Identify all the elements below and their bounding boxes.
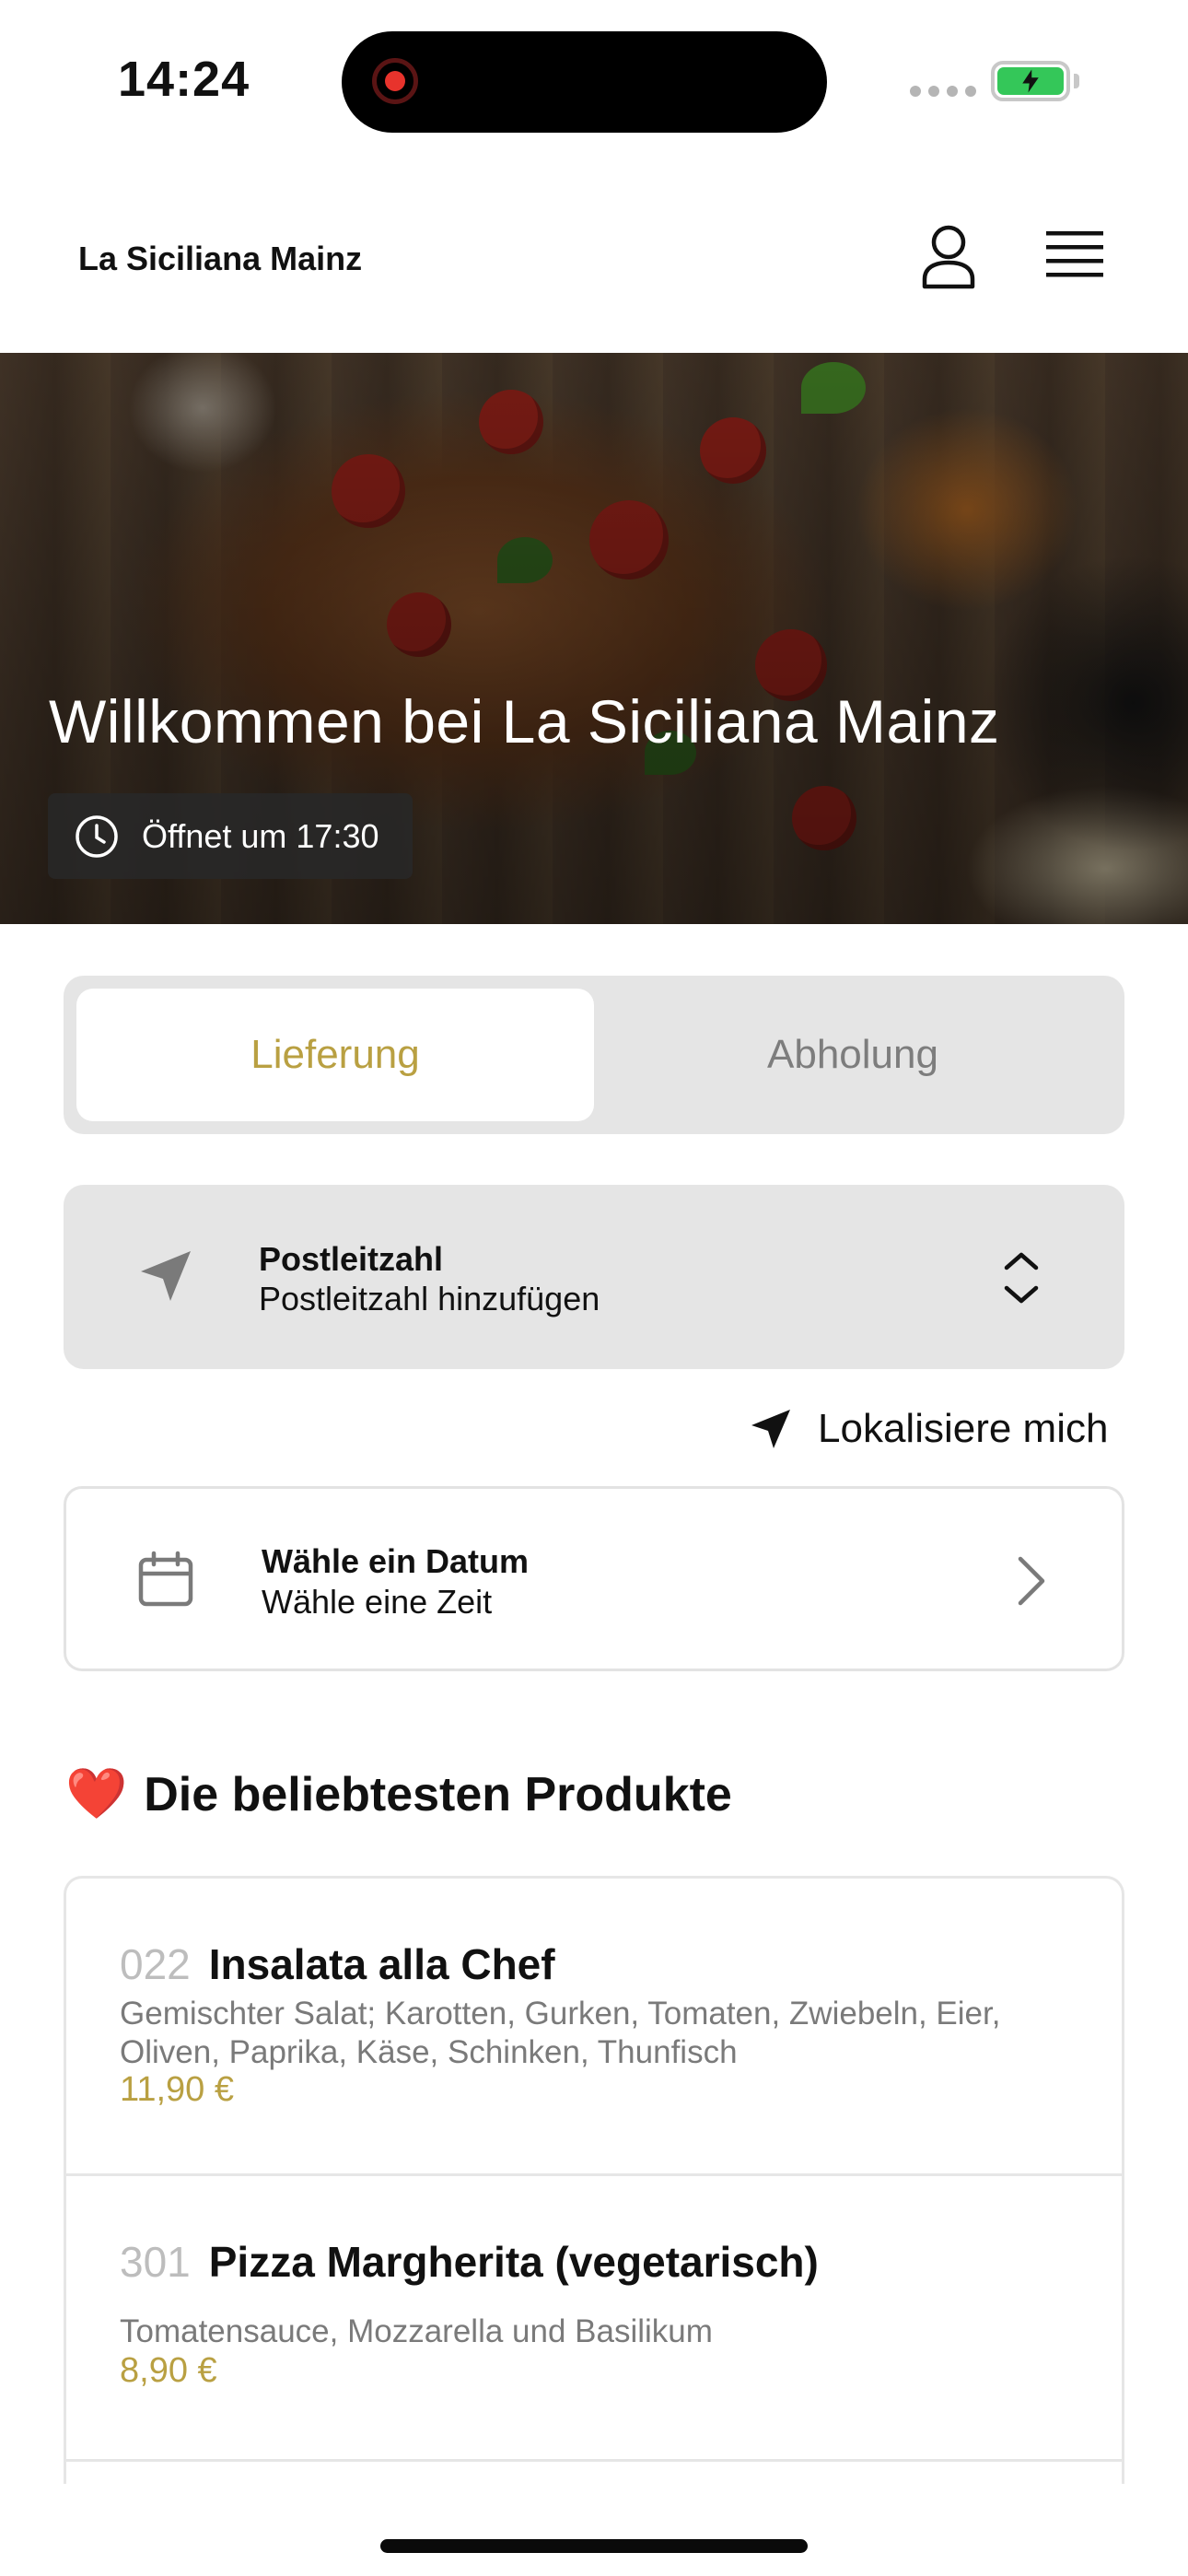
menu-button[interactable] — [1042, 228, 1107, 283]
product-card[interactable]: 301 Pizza Margherita (vegetarisch) Tomat… — [66, 2176, 1122, 2462]
locate-me-button[interactable]: Lokalisiere mich — [748, 1399, 1108, 1459]
product-number: 022 — [120, 1940, 191, 1988]
status-bar: 14:24 — [0, 0, 1188, 157]
hero-title: Willkommen bei La Siciliana Mainz — [49, 687, 1000, 755]
calendar-icon — [138, 1551, 193, 1607]
product-list: 022 Insalata alla Chef Gemischter Salat;… — [64, 1876, 1124, 2484]
product-price: 11,90 € — [120, 2070, 234, 2109]
product-name: Insalata alla Chef — [208, 1940, 555, 1988]
person-icon — [922, 225, 975, 289]
product-name: Pizza Margherita (vegetarisch) — [208, 2238, 819, 2286]
account-button[interactable] — [917, 224, 980, 290]
order-mode-toggle: Lieferung Abholung — [64, 976, 1124, 1134]
opening-hours-label: Öffnet um 17:30 — [142, 816, 379, 855]
battery-nub — [1074, 74, 1079, 88]
location-arrow-icon — [141, 1251, 191, 1301]
product-price: 8,90 € — [120, 2351, 217, 2390]
hero-banner: Willkommen bei La Siciliana Mainz Öffnet… — [0, 353, 1188, 924]
brand-title[interactable]: La Siciliana Mainz — [78, 240, 362, 278]
product-description: Gemischter Salat; Karotten, Gurken, Toma… — [120, 1996, 1001, 2070]
product-number: 301 — [120, 2238, 191, 2286]
postcode-title: Postleitzahl — [259, 1240, 444, 1278]
postcode-subtitle: Postleitzahl hinzufügen — [259, 1280, 600, 1317]
product-card[interactable]: 022 Insalata alla Chef Gemischter Salat;… — [66, 1879, 1122, 2176]
home-indicator[interactable] — [380, 2539, 808, 2553]
recording-indicator-icon — [372, 58, 418, 104]
locate-me-label: Lokalisiere mich — [818, 1406, 1109, 1451]
product-description: Tomatensauce, Mozzarella und Basilikum — [120, 2313, 713, 2349]
section-title: ❤️ Die beliebtesten Produkte — [65, 1765, 732, 1823]
section-title-label: Die beliebtesten Produkte — [144, 1767, 732, 1821]
app-header: La Siciliana Mainz — [0, 180, 1188, 355]
opening-hours-badge: Öffnet um 17:30 — [48, 793, 413, 879]
hamburger-icon — [1046, 231, 1103, 277]
clock-icon — [76, 814, 118, 858]
postcode-selector[interactable]: Postleitzahl Postleitzahl hinzufügen — [64, 1185, 1124, 1369]
charging-bolt-icon — [1022, 69, 1039, 93]
battery-icon — [991, 61, 1070, 101]
tab-lieferung[interactable]: Lieferung — [76, 989, 594, 1121]
heart-icon: ❤️ — [65, 1766, 128, 1821]
date-time-selector[interactable]: Wähle ein Datum Wähle eine Zeit — [64, 1486, 1124, 1671]
dynamic-island — [342, 31, 827, 133]
date-title: Wähle ein Datum — [262, 1542, 530, 1580]
time-subtitle: Wähle eine Zeit — [262, 1583, 493, 1621]
status-time: 14:24 — [118, 52, 250, 107]
chevron-up-down-icon — [1004, 1252, 1039, 1304]
tab-abholung[interactable]: Abholung — [594, 989, 1112, 1121]
cellular-signal-icon — [910, 86, 976, 97]
chevron-right-icon — [1018, 1556, 1045, 1606]
location-arrow-icon — [751, 1410, 790, 1448]
